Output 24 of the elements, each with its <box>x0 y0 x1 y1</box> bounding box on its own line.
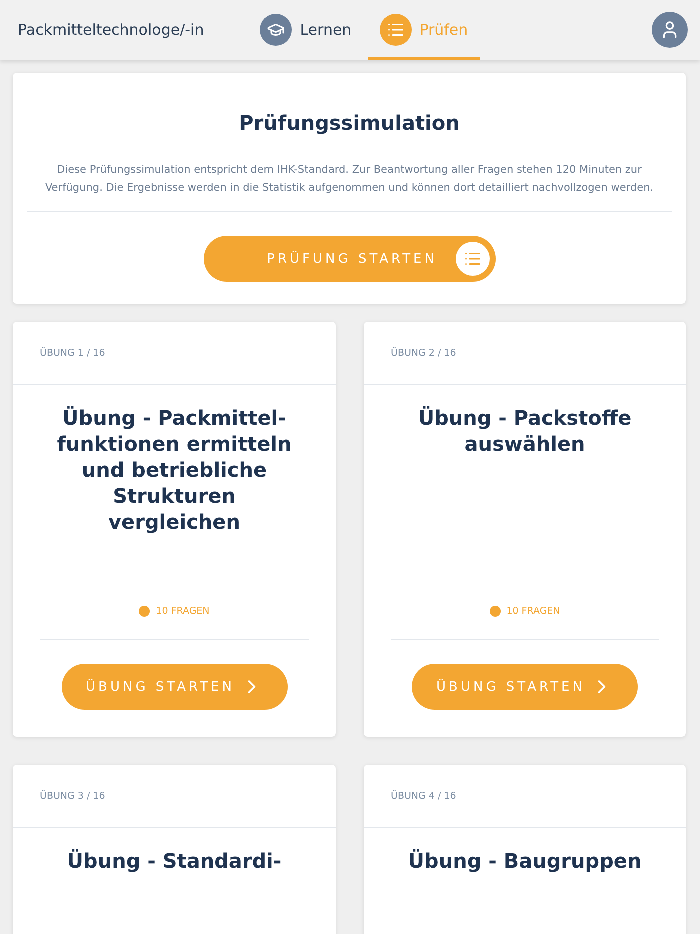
exercise-title: Übung - Packstoffe auswählen <box>417 405 633 458</box>
exercise-title: Übung - Packmittel-funktionen ermitteln und betriebliche Strukturen vergleichen <box>56 405 293 536</box>
exercise-title: Übung - Baugruppen <box>407 848 643 875</box>
nav-tab[interactable]: Prüfen <box>368 0 480 60</box>
dot-icon <box>139 606 150 617</box>
app-title: Packmitteltechnologe/-in <box>18 21 204 39</box>
card-title: Prüfungssimulation <box>239 111 460 135</box>
graduation-cap-icon <box>260 14 292 46</box>
exercise-counter: ÜBUNG 4 / 16 <box>391 790 456 802</box>
start-exam-button[interactable]: PRÜFUNG STARTEN <box>204 236 496 282</box>
user-avatar-icon[interactable] <box>652 12 688 48</box>
description-text: Diese Prüfungssimulation entspricht dem IHK-Standard. Zur Beantwortung aller Fragen stehen 120 Minuten zur Verfügung. Die Ergebnisse werden in die Statistik aufgenommen und können dort detailliert nachvollzogen werden. <box>27 161 672 212</box>
start-exercise-button[interactable]: ÜBUNG STARTEN <box>412 664 638 710</box>
start-exercise-button[interactable]: ÜBUNG STARTEN <box>62 664 288 710</box>
question-count: 10 FRAGEN <box>506 606 560 617</box>
nav-tab[interactable]: Lernen <box>248 0 364 60</box>
exercise-title: Übung - Standardi- <box>66 848 283 875</box>
exercise-counter: ÜBUNG 2 / 16 <box>391 348 456 358</box>
list-icon <box>380 14 412 46</box>
exercise-counter: ÜBUNG 3 / 16 <box>40 790 106 802</box>
dot-icon <box>490 606 501 617</box>
question-count: 10 FRAGEN <box>156 606 210 617</box>
exercise-counter: ÜBUNG 1 / 16 <box>40 348 106 358</box>
list-icon <box>456 242 490 276</box>
